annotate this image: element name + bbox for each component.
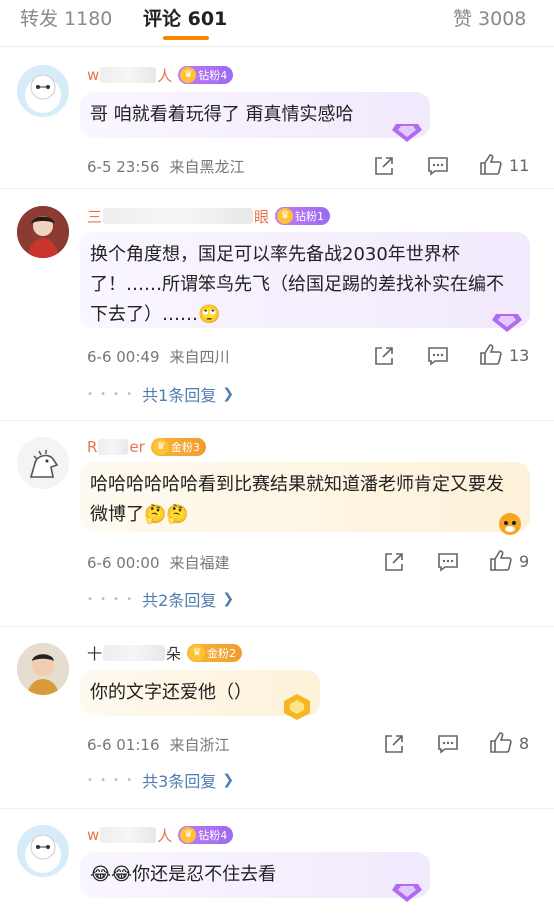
crown-icon: ♛ <box>180 67 197 83</box>
crown-icon: ♛ <box>180 827 197 843</box>
view-replies-link[interactable]: • • • • 共3条回复 ❯ <box>87 768 234 792</box>
location: 来自黑龙江 <box>169 158 245 176</box>
username-blur <box>103 645 166 661</box>
timestamp: 6-5 23:56 <box>87 158 160 176</box>
comment-text: 你的文字还爱他（） <box>80 670 320 720</box>
divider <box>0 188 554 189</box>
divider <box>0 46 554 47</box>
like-button[interactable]: 11 <box>479 153 529 177</box>
diamond-icon <box>392 884 422 902</box>
username[interactable]: 三 眼 ♛ 钻粉1 <box>87 206 331 226</box>
like-button[interactable]: 13 <box>479 343 529 367</box>
reply-button[interactable] <box>427 344 449 368</box>
share-button[interactable] <box>373 344 395 368</box>
tab-comments[interactable]: 评论 601 <box>143 4 227 31</box>
diamond-icon <box>392 124 422 142</box>
view-replies-link[interactable]: • • • • 共2条回复 ❯ <box>87 587 234 611</box>
comment-icon <box>438 735 458 754</box>
gold-badge-icon <box>284 694 310 720</box>
username-blur <box>98 439 129 455</box>
active-tab-indicator <box>163 36 209 40</box>
reply-button[interactable] <box>437 732 459 756</box>
share-icon <box>375 347 393 365</box>
like-count: 13 <box>509 345 530 365</box>
like-icon <box>480 154 502 175</box>
avatar[interactable] <box>17 643 69 695</box>
timestamp: 6-6 00:00 <box>87 554 160 572</box>
divider <box>0 420 554 421</box>
comment-icon <box>438 553 458 572</box>
timestamp: 6-6 01:16 <box>87 736 160 754</box>
comment-icon <box>428 347 448 366</box>
username[interactable]: 十 朵 ♛ 金粉2 <box>87 643 243 663</box>
comment-text: 哥 咱就看着玩得了 甭真情实感哈 <box>80 92 430 142</box>
dots-icon: • • • • <box>87 593 135 605</box>
username[interactable]: w 人 ♛ 钻粉4 <box>87 825 234 845</box>
crown-icon: ♛ <box>277 208 294 224</box>
divider <box>0 626 554 627</box>
like-button[interactable]: 8 <box>489 731 529 755</box>
like-count: 11 <box>509 155 530 175</box>
fan-badge[interactable]: ♛ 钻粉1 <box>275 207 331 225</box>
comment-text: 哈哈哈哈哈哈看到比赛结果就知道潘老师肯定又要发微博了🤔🤔 <box>80 462 530 535</box>
chevron-right-icon: ❯ <box>222 772 235 788</box>
fan-badge[interactable]: ♛ 金粉3 <box>150 438 206 456</box>
comment-meta: 6-6 00:00 来自福建 <box>87 552 230 573</box>
divider <box>0 808 554 809</box>
like-icon <box>490 732 512 753</box>
username-blur <box>100 827 157 843</box>
chevron-right-icon: ❯ <box>222 386 235 402</box>
tab-likes[interactable]: 赞 3008 <box>453 4 526 31</box>
share-icon <box>385 735 403 753</box>
share-button[interactable] <box>373 154 395 178</box>
comment-text: 换个角度想，国足可以率先备战2030年世界杯了！……所谓笨鸟先飞（给国足踢的差找… <box>80 232 530 332</box>
dots-icon: • • • • <box>87 774 135 786</box>
crown-icon: ♛ <box>189 645 206 661</box>
fan-badge[interactable]: ♛ 金粉2 <box>187 644 243 662</box>
fan-badge[interactable]: ♛ 钻粉4 <box>178 826 234 844</box>
like-icon <box>480 344 502 365</box>
username[interactable]: R er ♛ 金粉3 <box>87 437 206 457</box>
chevron-right-icon: ❯ <box>222 591 235 607</box>
username-blur <box>103 208 254 224</box>
view-replies-link[interactable]: • • • • 共1条回复 ❯ <box>87 382 234 406</box>
share-icon <box>375 157 393 175</box>
share-button[interactable] <box>383 732 405 756</box>
comment-meta: 6-6 00:49 来自四川 <box>87 346 230 367</box>
username-blur <box>100 67 157 83</box>
comment-text: 😂😂你还是忍不住去看 <box>80 852 430 902</box>
username[interactable]: w 人 ♛ 钻粉4 <box>87 65 234 85</box>
comment-meta: 6-6 01:16 来自浙江 <box>87 734 230 755</box>
location: 来自福建 <box>169 554 230 572</box>
tiger-icon <box>499 513 521 535</box>
crown-icon: ♛ <box>152 439 169 455</box>
share-icon <box>385 553 403 571</box>
diamond-icon <box>492 314 522 332</box>
avatar[interactable] <box>17 206 69 258</box>
share-button[interactable] <box>383 550 405 574</box>
reply-button[interactable] <box>427 154 449 178</box>
location: 来自浙江 <box>169 736 230 754</box>
like-count: 8 <box>519 733 530 753</box>
like-button[interactable]: 9 <box>489 549 529 573</box>
comment-tabs: 转发 1180 评论 601 赞 3008 <box>0 0 554 44</box>
tab-reposts[interactable]: 转发 1180 <box>20 4 112 31</box>
fan-badge[interactable]: ♛ 钻粉4 <box>178 66 234 84</box>
avatar[interactable] <box>17 825 69 877</box>
location: 来自四川 <box>169 348 230 366</box>
comment-icon <box>428 157 448 176</box>
reply-button[interactable] <box>437 550 459 574</box>
avatar[interactable] <box>17 65 69 117</box>
like-count: 9 <box>519 551 530 571</box>
comment-meta: 6-5 23:56 来自黑龙江 <box>87 156 245 177</box>
like-icon <box>490 550 512 571</box>
dots-icon: • • • • <box>87 388 135 400</box>
avatar[interactable] <box>17 437 69 489</box>
timestamp: 6-6 00:49 <box>87 348 160 366</box>
